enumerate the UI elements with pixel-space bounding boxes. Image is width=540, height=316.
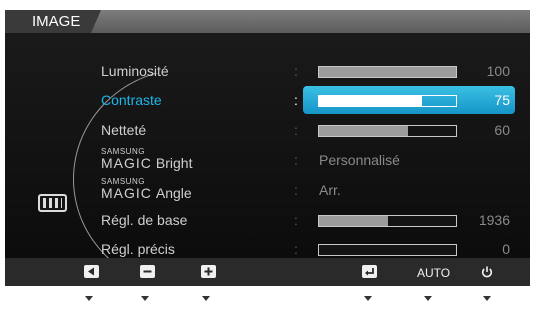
separator: :	[294, 63, 298, 79]
separator: :	[294, 122, 298, 138]
minus-icon	[140, 265, 155, 278]
menu-item-magic-bright[interactable]: SAMSUNG MAGIC Bright : Personnalisé	[5, 146, 530, 174]
regl-precis-slider[interactable]	[318, 244, 457, 256]
regl-precis-value: 0	[502, 241, 510, 257]
menu-item-magic-angle[interactable]: SAMSUNG MAGIC Angle : Arr.	[5, 176, 530, 204]
button-guide-bar: AUTO	[5, 258, 530, 286]
separator: :	[294, 241, 298, 257]
luminosite-value: 100	[486, 63, 510, 79]
title-bar: IMAGE	[5, 10, 530, 33]
auto-label: AUTO	[417, 266, 451, 280]
regl-base-value: 1936	[478, 212, 510, 228]
button-pointer	[424, 296, 432, 301]
magic-bright-value: Personnalisé	[319, 152, 400, 168]
plus-icon	[201, 265, 216, 278]
menu-item-regl-base[interactable]: Régl. de base : 1936	[5, 206, 530, 234]
enter-icon	[362, 265, 377, 278]
separator: :	[294, 212, 298, 228]
menu-item-label: Régl. précis	[101, 241, 175, 257]
menu-item-label: Netteté	[101, 122, 147, 138]
separator: :	[294, 152, 298, 168]
osd-menu: IMAGE Luminosité : 100 Contraste : 75 Ne…	[5, 10, 530, 286]
nettete-value: 60	[494, 122, 510, 138]
menu-item-label: Luminosité	[101, 63, 169, 79]
button-pointer	[202, 296, 210, 301]
nettete-slider[interactable]	[318, 125, 457, 137]
button-pointer	[141, 296, 149, 301]
regl-base-slider[interactable]	[318, 215, 457, 227]
contraste-value: 75	[494, 92, 510, 108]
magic-angle-label: SAMSUNG MAGIC Angle	[101, 177, 192, 201]
menu-item-label: Régl. de base	[101, 212, 188, 228]
magic-bright-label: SAMSUNG MAGIC Bright	[101, 147, 193, 171]
separator: :	[294, 182, 298, 198]
menu-title: IMAGE	[5, 10, 101, 33]
button-pointer	[364, 296, 372, 301]
menu-item-label: Contraste	[101, 92, 162, 108]
button-pointer	[483, 296, 491, 301]
luminosite-slider[interactable]	[318, 66, 457, 78]
power-icon	[480, 265, 494, 279]
contraste-slider[interactable]	[318, 95, 457, 107]
button-pointer	[85, 296, 93, 301]
magic-angle-value: Arr.	[319, 182, 341, 198]
menu-item-luminosite[interactable]: Luminosité : 100	[5, 57, 530, 85]
menu-item-contraste[interactable]: Contraste : 75	[5, 86, 530, 114]
menu-item-nettete[interactable]: Netteté : 60	[5, 116, 530, 144]
left-arrow-icon	[84, 265, 99, 278]
separator: :	[294, 92, 298, 108]
